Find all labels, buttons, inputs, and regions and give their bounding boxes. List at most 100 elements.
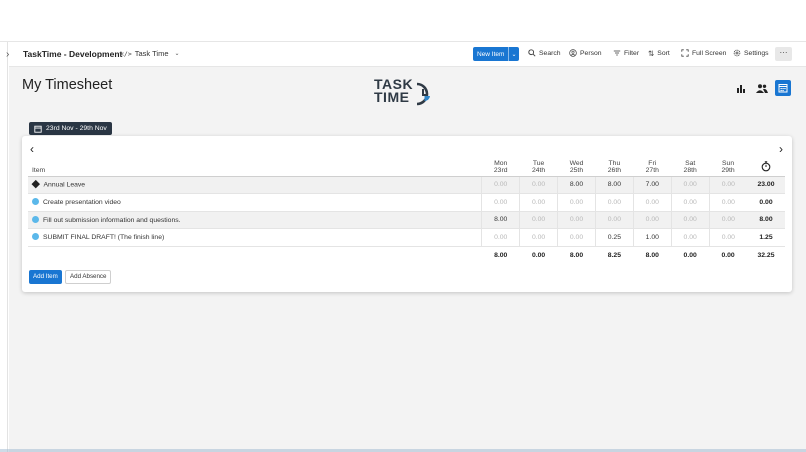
day-column-header: Sat 28th xyxy=(671,156,710,177)
total-column-header xyxy=(747,156,785,177)
hours-cell[interactable]: 0.00 xyxy=(670,193,710,212)
hours-cell[interactable]: 8.00 xyxy=(557,176,596,194)
page-title: My Timesheet xyxy=(22,77,113,93)
filter-label: Filter xyxy=(624,49,640,57)
hours-cell[interactable]: 0.00 xyxy=(670,176,710,194)
day-column-header: Tue 24th xyxy=(519,156,558,177)
day-date: 27th xyxy=(645,166,659,174)
hours-cell[interactable]: 0.00 xyxy=(708,176,747,194)
row-total-cell: 1.25 xyxy=(747,228,785,247)
table-row[interactable]: Annual Leave 0.00 0.00 8.00 8.00 7.00 0.00 0.00… xyxy=(28,176,785,194)
date-range-picker[interactable]: 23rd Nov - 29th Nov xyxy=(29,122,112,135)
hours-cell[interactable]: 0.00 xyxy=(519,176,558,194)
filter-button[interactable]: Filter xyxy=(613,49,639,57)
previous-week-chevron-icon[interactable]: ‹ xyxy=(30,142,34,156)
table-row[interactable]: Fill out submission information and ques… xyxy=(28,211,785,229)
row-total-cell: 8.00 xyxy=(747,211,785,229)
day-column-header: Thu 26th xyxy=(595,156,634,177)
hours-cell[interactable]: 0.00 xyxy=(632,193,672,212)
row-total-cell: 0.00 xyxy=(747,193,785,212)
hours-cell[interactable]: 0.00 xyxy=(708,211,747,229)
totals-label-cell xyxy=(28,246,482,264)
logo-clock-icon xyxy=(416,82,430,106)
hours-cell[interactable]: 7.00 xyxy=(632,176,672,194)
day-total-cell: 8.00 xyxy=(645,251,659,259)
fullscreen-button[interactable]: Full Screen xyxy=(681,49,726,57)
hours-cell[interactable]: 8.00 xyxy=(594,176,634,194)
day-column-header: Wed 25th xyxy=(557,156,596,177)
day-name: Mon xyxy=(494,159,508,167)
hours-cell[interactable]: 0.00 xyxy=(519,211,558,229)
person-button[interactable]: Person xyxy=(569,49,602,57)
person-label: Person xyxy=(580,49,602,57)
hours-cell[interactable]: 0.00 xyxy=(519,228,558,247)
item-name: Annual Leave xyxy=(43,181,86,189)
item-cell[interactable]: Fill out submission information and ques… xyxy=(28,211,482,229)
people-icon[interactable] xyxy=(754,80,770,96)
day-date: 25th xyxy=(569,166,584,174)
hours-cell[interactable]: 0.00 xyxy=(519,193,558,212)
hours-cell[interactable]: 0.00 xyxy=(481,228,520,247)
chevron-down-icon[interactable]: ⌄ xyxy=(508,47,519,61)
hours-cell[interactable]: 8.00 xyxy=(481,211,520,229)
hours-cell[interactable]: 1.00 xyxy=(632,228,672,247)
table-row[interactable]: SUBMIT FINAL DRAFT! (The finish line) 0.0… xyxy=(28,228,785,247)
next-week-chevron-icon[interactable]: › xyxy=(779,142,783,156)
day-name: Fri xyxy=(648,159,657,167)
hours-cell[interactable]: 0.00 xyxy=(481,176,520,194)
day-total-cell: 8.00 xyxy=(569,251,584,259)
status-dot-icon xyxy=(32,233,39,241)
hours-cell[interactable]: 0.00 xyxy=(708,193,747,212)
search-button[interactable]: Search xyxy=(528,49,561,57)
new-item-button[interactable]: New Item ⌄ xyxy=(473,47,519,61)
settings-button[interactable]: Settings xyxy=(733,49,769,57)
add-item-button[interactable]: Add Item xyxy=(29,270,62,284)
fullscreen-label: Full Screen xyxy=(692,49,727,57)
totals-row: 8.00 0.00 8.00 8.25 8.00 0.00 0.00 32.25 xyxy=(28,246,785,264)
hours-cell[interactable]: 0.00 xyxy=(670,228,710,247)
hours-cell[interactable]: 0.00 xyxy=(670,211,710,229)
search-icon xyxy=(528,49,536,57)
calendar-icon[interactable] xyxy=(775,80,791,96)
new-item-label: New Item xyxy=(477,50,505,58)
add-absence-button[interactable]: Add Absence xyxy=(65,270,112,284)
item-cell[interactable]: Annual Leave xyxy=(28,176,482,194)
hours-cell[interactable]: 0.00 xyxy=(632,211,672,229)
bar-chart-icon[interactable] xyxy=(733,80,749,96)
filter-icon xyxy=(613,50,621,56)
hours-cell[interactable]: 0.00 xyxy=(481,193,520,212)
more-button[interactable]: ··· xyxy=(775,47,792,61)
item-cell[interactable]: Create presentation video xyxy=(28,193,482,212)
day-date: 26th xyxy=(607,166,621,174)
item-name: Create presentation video xyxy=(43,199,121,207)
date-range-label: 23rd Nov - 29th Nov xyxy=(46,125,107,132)
item-cell[interactable]: SUBMIT FINAL DRAFT! (The finish line) xyxy=(28,228,482,247)
table-row[interactable]: Create presentation video 0.00 0.00 0.00 0.0… xyxy=(28,193,785,212)
status-dot-icon xyxy=(32,198,39,206)
hours-cell[interactable]: 0.25 xyxy=(594,228,634,247)
top-blank-area xyxy=(0,0,806,42)
timesheet-card: ‹ › Item Mon 23rd Tue 24th Wed 25th Thu 26th… xyxy=(22,136,792,292)
view-selector[interactable]: </> Task Time ⌄ xyxy=(120,49,180,58)
hours-cell[interactable]: 0.00 xyxy=(557,193,596,212)
hours-cell[interactable]: 0.00 xyxy=(594,193,634,212)
day-date: 23rd xyxy=(493,166,508,174)
person-icon xyxy=(569,49,577,57)
main-area: My Timesheet TASK TIME 23rd Nov - 29th N… xyxy=(9,67,806,452)
hours-cell[interactable]: 0.00 xyxy=(594,211,634,229)
settings-label: Settings xyxy=(744,49,769,57)
view-label: Task Time xyxy=(134,49,169,58)
fullscreen-icon xyxy=(681,49,689,57)
hours-cell[interactable]: 0.00 xyxy=(708,228,747,247)
chevron-down-icon: ⌄ xyxy=(174,51,180,57)
diamond-icon xyxy=(31,179,40,188)
day-name: Sat xyxy=(685,159,696,167)
left-rail xyxy=(0,42,8,452)
hours-cell[interactable]: 0.00 xyxy=(557,228,596,247)
sort-button[interactable]: ⇅ Sort xyxy=(648,49,670,58)
day-total-cell: 0.00 xyxy=(531,251,546,259)
status-dot-icon xyxy=(32,215,39,223)
hours-cell[interactable]: 0.00 xyxy=(557,211,596,229)
day-date: 28th xyxy=(683,166,697,174)
day-name: Tue xyxy=(532,159,545,167)
